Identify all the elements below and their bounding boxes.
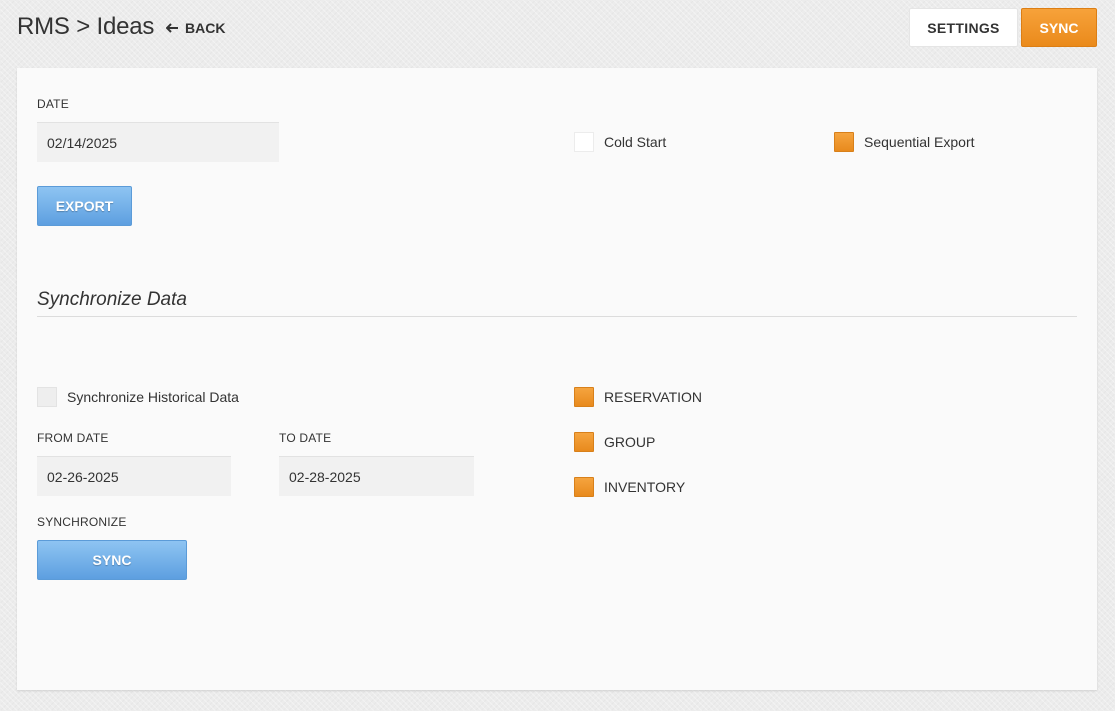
reservation-checkbox[interactable]: RESERVATION <box>574 387 702 407</box>
cold-start-label: Cold Start <box>604 134 667 150</box>
reservation-checkbox-box[interactable] <box>574 387 594 407</box>
section-divider <box>37 316 1077 317</box>
reservation-label: RESERVATION <box>604 389 703 405</box>
historical-data-checkbox[interactable]: Synchronize Historical Data <box>37 387 239 407</box>
from-date-input[interactable] <box>37 456 231 496</box>
to-date-input[interactable] <box>279 456 474 496</box>
inventory-checkbox[interactable]: INVENTORY <box>574 477 685 497</box>
group-checkbox-box[interactable] <box>574 432 594 452</box>
arrow-left-icon <box>166 23 178 33</box>
back-link[interactable]: BACK <box>166 20 225 36</box>
group-checkbox[interactable]: GROUP <box>574 432 655 452</box>
cold-start-checkbox[interactable]: Cold Start <box>574 132 666 152</box>
inventory-checkbox-box[interactable] <box>574 477 594 497</box>
main-panel: DATE EXPORT Cold Start Sequential Export… <box>17 68 1097 690</box>
sequential-export-checkbox[interactable]: Sequential Export <box>834 132 975 152</box>
section-title: Synchronize Data <box>37 289 187 310</box>
sequential-export-label: Sequential Export <box>864 134 975 150</box>
from-date-label: FROM DATE <box>37 431 109 445</box>
inventory-label: INVENTORY <box>604 479 686 495</box>
cold-start-checkbox-box[interactable] <box>574 132 594 152</box>
back-label: BACK <box>185 20 226 36</box>
group-label: GROUP <box>604 434 656 450</box>
date-label: DATE <box>37 97 69 111</box>
historical-data-checkbox-box[interactable] <box>37 387 57 407</box>
historical-data-label: Synchronize Historical Data <box>67 389 239 405</box>
page-title: RMS > Ideas <box>17 13 155 40</box>
date-input[interactable] <box>37 122 279 162</box>
synchronize-label: SYNCHRONIZE <box>37 515 127 529</box>
to-date-label: TO DATE <box>279 431 332 445</box>
export-button[interactable]: EXPORT <box>37 186 132 226</box>
sync-header-button[interactable]: SYNC <box>1021 8 1097 47</box>
sequential-export-checkbox-box[interactable] <box>834 132 854 152</box>
settings-button[interactable]: SETTINGS <box>909 8 1018 47</box>
sync-button[interactable]: SYNC <box>37 540 187 580</box>
